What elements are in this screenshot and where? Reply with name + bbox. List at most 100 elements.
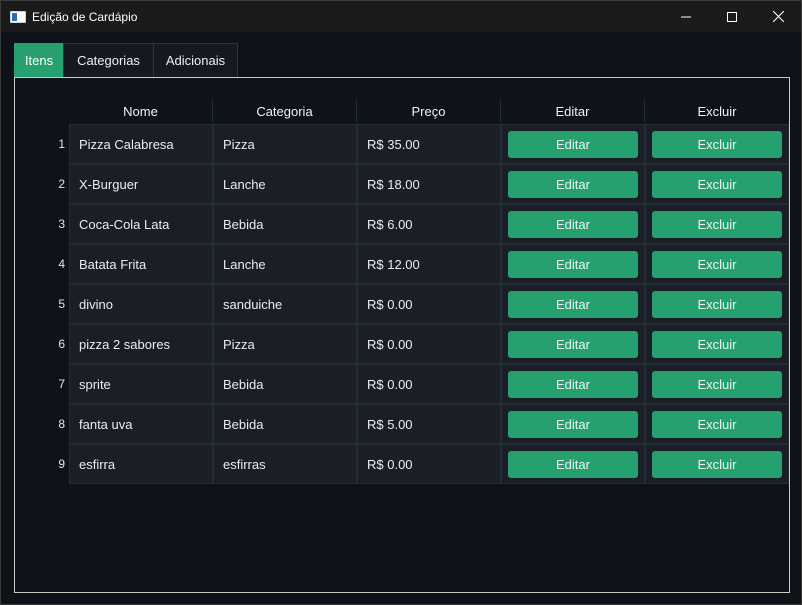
maximize-button[interactable] [709,1,755,32]
cell-preco[interactable]: R$ 6.00 [357,204,501,244]
minimize-button[interactable] [663,1,709,32]
cell-editar: Editar [501,204,645,244]
cell-excluir: Excluir [645,444,789,484]
table-row: 3 Coca-Cola Lata Bebida R$ 6.00 Editar E… [35,204,789,244]
delete-button[interactable]: Excluir [652,450,782,478]
cell-categoria[interactable]: Pizza [213,124,357,164]
row-number[interactable]: 3 [35,204,69,244]
cell-preco[interactable]: R$ 0.00 [357,364,501,404]
delete-button[interactable]: Excluir [652,370,782,398]
cell-nome[interactable]: X-Burguer [69,164,213,204]
table-body: 1 Pizza Calabresa Pizza R$ 35.00 Editar … [35,124,789,484]
delete-button[interactable]: Excluir [652,210,782,238]
row-number[interactable]: 7 [35,364,69,404]
delete-button[interactable]: Excluir [652,170,782,198]
edit-button[interactable]: Editar [508,250,638,278]
delete-button[interactable]: Excluir [652,330,782,358]
row-number[interactable]: 4 [35,244,69,284]
header-categoria[interactable]: Categoria [213,100,357,122]
header-excluir[interactable]: Excluir [645,100,789,122]
row-number[interactable]: 8 [35,404,69,444]
tab-bar: Itens Categorias Adicionais [14,43,238,78]
cell-preco[interactable]: R$ 0.00 [357,284,501,324]
cell-nome[interactable]: Batata Frita [69,244,213,284]
cell-excluir: Excluir [645,204,789,244]
table-header: Nome Categoria Preço Editar Excluir [69,100,789,122]
table-row: 1 Pizza Calabresa Pizza R$ 35.00 Editar … [35,124,789,164]
title-bar[interactable]: Edição de Cardápio [1,1,801,32]
edit-button[interactable]: Editar [508,410,638,438]
cell-nome[interactable]: esfirra [69,444,213,484]
cell-preco[interactable]: R$ 35.00 [357,124,501,164]
table-row: 8 fanta uva Bebida R$ 5.00 Editar Exclui… [35,404,789,444]
cell-editar: Editar [501,284,645,324]
cell-categoria[interactable]: esfirras [213,444,357,484]
edit-button[interactable]: Editar [508,330,638,358]
edit-button[interactable]: Editar [508,370,638,398]
delete-button[interactable]: Excluir [652,250,782,278]
cell-excluir: Excluir [645,324,789,364]
cell-editar: Editar [501,404,645,444]
cell-editar: Editar [501,164,645,204]
cell-preco[interactable]: R$ 0.00 [357,444,501,484]
cell-nome[interactable]: fanta uva [69,404,213,444]
cell-categoria[interactable]: Lanche [213,244,357,284]
cell-categoria[interactable]: sanduiche [213,284,357,324]
delete-button[interactable]: Excluir [652,130,782,158]
header-nome[interactable]: Nome [69,100,213,122]
cell-excluir: Excluir [645,124,789,164]
tab-categorias[interactable]: Categorias [63,43,154,77]
row-number[interactable]: 2 [35,164,69,204]
cell-excluir: Excluir [645,364,789,404]
close-button[interactable] [755,1,801,32]
table-row: 6 pizza 2 sabores Pizza R$ 0.00 Editar E… [35,324,789,364]
cell-preco[interactable]: R$ 5.00 [357,404,501,444]
cell-editar: Editar [501,124,645,164]
cell-nome[interactable]: sprite [69,364,213,404]
edit-button[interactable]: Editar [508,170,638,198]
row-number[interactable]: 6 [35,324,69,364]
table-row: 2 X-Burguer Lanche R$ 18.00 Editar Exclu… [35,164,789,204]
cell-editar: Editar [501,244,645,284]
cell-preco[interactable]: R$ 18.00 [357,164,501,204]
cell-categoria[interactable]: Bebida [213,204,357,244]
cell-nome[interactable]: Coca-Cola Lata [69,204,213,244]
close-icon [772,11,784,22]
row-number[interactable]: 1 [35,124,69,164]
edit-button[interactable]: Editar [508,290,638,318]
cell-editar: Editar [501,324,645,364]
cell-nome[interactable]: Pizza Calabresa [69,124,213,164]
edit-button[interactable]: Editar [508,210,638,238]
cell-categoria[interactable]: Pizza [213,324,357,364]
tab-adicionais[interactable]: Adicionais [153,43,238,77]
row-number[interactable]: 9 [35,444,69,484]
app-window: Edição de Cardápio Itens Categorias Adic… [0,0,802,605]
edit-button[interactable]: Editar [508,450,638,478]
cell-preco[interactable]: R$ 0.00 [357,324,501,364]
table-row: 4 Batata Frita Lanche R$ 12.00 Editar Ex… [35,244,789,284]
cell-editar: Editar [501,444,645,484]
tab-panel-itens: Nome Categoria Preço Editar Excluir 1 Pi… [14,77,790,593]
edit-button[interactable]: Editar [508,130,638,158]
minimize-icon [681,16,691,17]
maximize-icon [727,11,737,22]
window-title: Edição de Cardápio [32,9,138,24]
cell-nome[interactable]: divino [69,284,213,324]
cell-nome[interactable]: pizza 2 sabores [69,324,213,364]
cell-categoria[interactable]: Bebida [213,364,357,404]
table-row: 5 divino sanduiche R$ 0.00 Editar Exclui… [35,284,789,324]
header-editar[interactable]: Editar [501,100,645,122]
cell-excluir: Excluir [645,284,789,324]
delete-button[interactable]: Excluir [652,410,782,438]
delete-button[interactable]: Excluir [652,290,782,318]
app-icon [10,10,26,23]
cell-excluir: Excluir [645,244,789,284]
cell-preco[interactable]: R$ 12.00 [357,244,501,284]
table-row: 9 esfirra esfirras R$ 0.00 Editar Exclui… [35,444,789,484]
cell-categoria[interactable]: Lanche [213,164,357,204]
tab-itens[interactable]: Itens [14,43,64,77]
row-number[interactable]: 5 [35,284,69,324]
cell-categoria[interactable]: Bebida [213,404,357,444]
table-row: 7 sprite Bebida R$ 0.00 Editar Excluir [35,364,789,404]
header-preco[interactable]: Preço [357,100,501,122]
